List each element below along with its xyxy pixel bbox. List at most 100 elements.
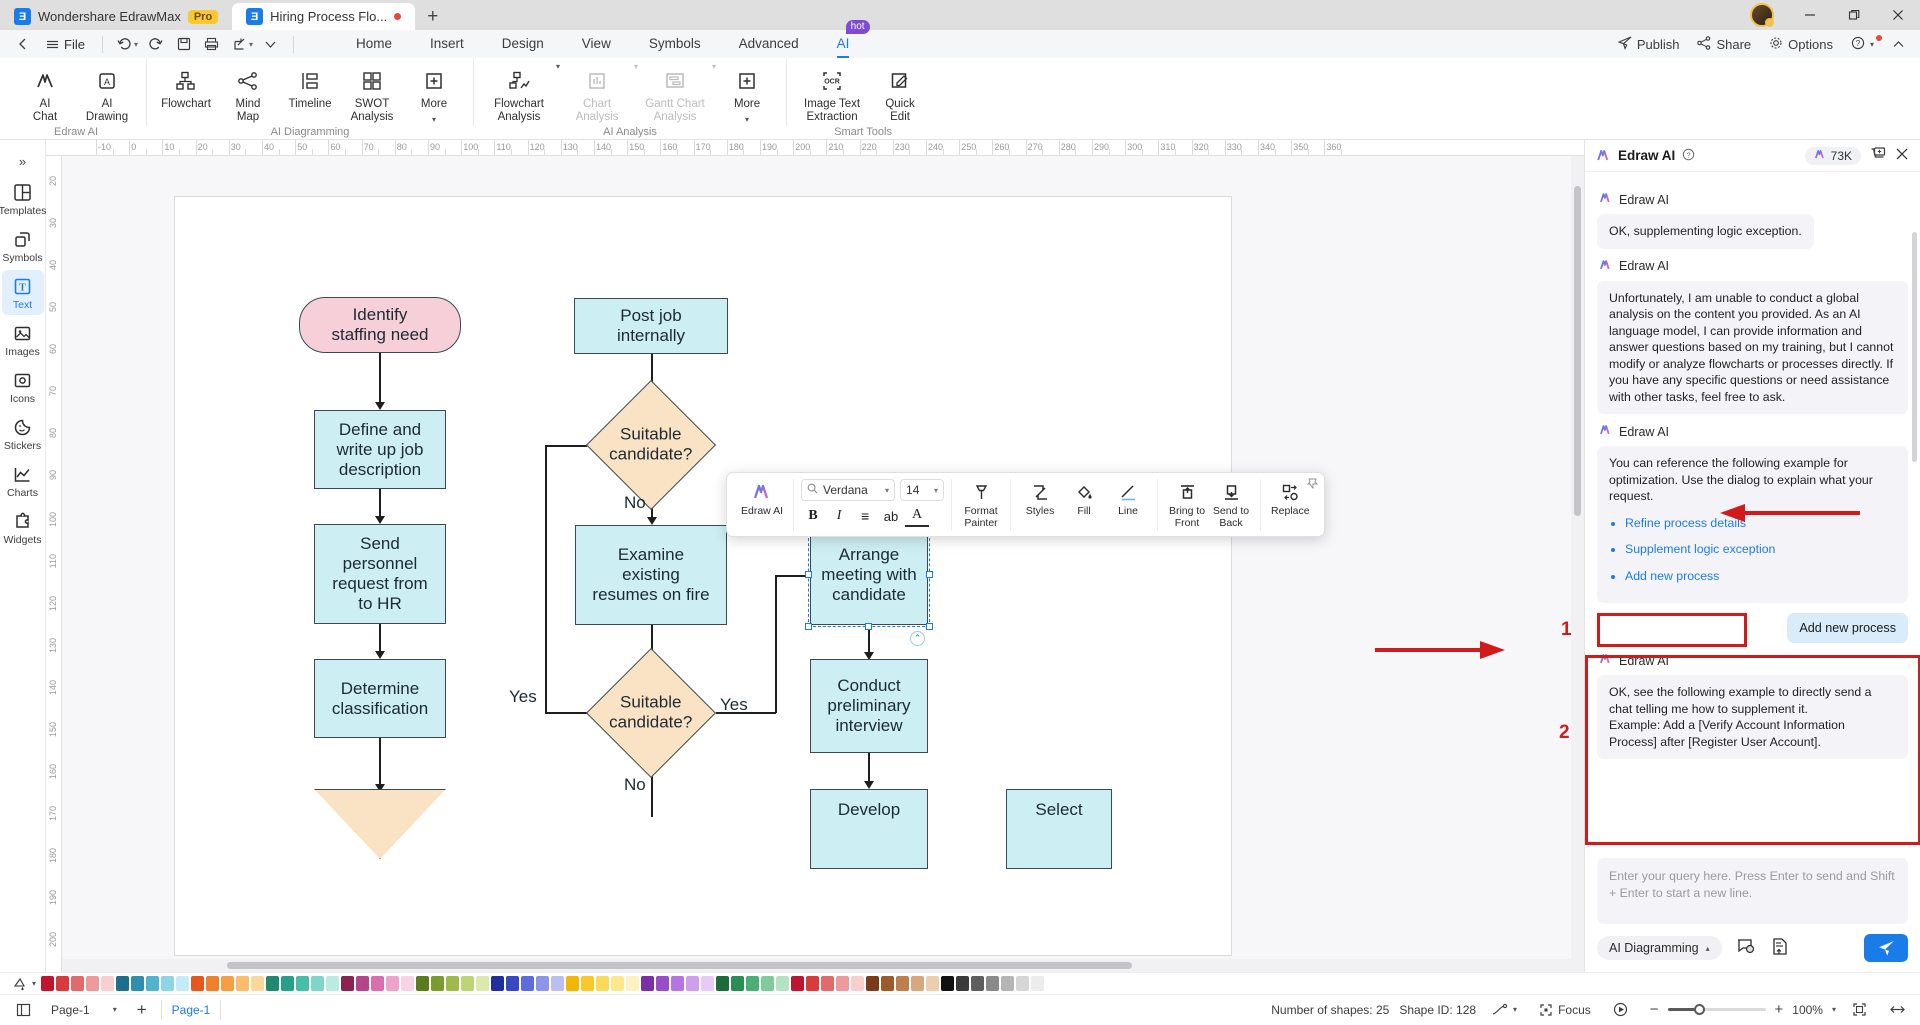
color-swatch[interactable] [791,976,805,991]
color-swatch[interactable] [86,976,100,991]
timeline-button[interactable]: Timeline [279,62,341,111]
maximize-restore-button[interactable] [1832,0,1876,30]
suggestion-supplement-logic-exception[interactable]: Supplement logic exception [1625,541,1896,558]
flowchart-shape[interactable] [314,789,446,859]
color-swatch[interactable] [881,976,895,991]
page-selector[interactable]: Page-1 ▾ [45,1003,123,1017]
flowchart-shape[interactable]: Conduct preliminary interview [810,659,928,753]
color-swatch[interactable] [311,976,325,991]
flowchart-shape[interactable]: Select [1006,789,1112,869]
color-swatch[interactable] [191,976,205,991]
color-swatch[interactable] [671,976,685,991]
tab-view[interactable]: View [563,30,630,58]
color-swatch[interactable] [101,976,115,991]
page-tab-page-1[interactable]: Page-1 [160,999,222,1020]
color-swatch[interactable] [806,976,820,991]
expand-panel-button[interactable]: » [0,148,45,174]
font-family-select[interactable]: Verdana ▾ [801,479,896,501]
drawing-canvas[interactable]: Identify staffing need Define and write … [62,156,1584,972]
font-size-select[interactable]: 14 ▾ [900,479,945,501]
chevron-down-icon[interactable]: ▾ [1832,1005,1836,1014]
resize-handle-sw[interactable] [805,623,812,630]
sidebar-item-charts[interactable]: Charts [2,458,44,503]
fit-width-button[interactable] [1883,1002,1912,1017]
options-button[interactable]: Options [1762,36,1840,53]
color-swatch[interactable] [911,976,925,991]
flowchart-shape[interactable]: Post job internally [574,298,728,354]
color-swatch[interactable] [1001,976,1015,991]
zoom-out-button[interactable]: − [1650,1001,1659,1018]
color-swatch[interactable] [491,976,505,991]
vertical-ruler[interactable]: 20 30 40 50 60 70 80 90 100 110 120 130 140 150 160 170… [46,156,62,972]
color-swatch[interactable] [611,976,625,991]
color-swatch[interactable] [776,976,790,991]
flowchart-button[interactable]: Flowchart [155,62,217,111]
color-swatch[interactable] [131,976,145,991]
flowchart-shape[interactable]: Develop [810,789,928,869]
italic-button[interactable]: I [827,505,851,527]
color-swatch[interactable] [221,976,235,991]
zoom-in-button[interactable]: + [1775,1001,1784,1018]
color-swatch[interactable] [56,976,70,991]
color-swatch[interactable] [716,976,730,991]
color-swatch[interactable] [971,976,985,991]
color-swatch[interactable] [506,976,520,991]
color-swatch[interactable] [1031,976,1045,991]
publish-button[interactable]: Publish [1611,35,1687,53]
color-swatch[interactable] [326,976,340,991]
flowchart-shape[interactable]: Suitable candidate? [585,647,717,779]
color-swatch[interactable] [386,976,400,991]
fill-color-icon[interactable] [6,976,32,991]
color-swatch[interactable] [941,976,955,991]
diagramming-more-button[interactable]: More ▾ [403,62,465,124]
ai-mode-select[interactable]: AI Diagramming ▴ [1597,936,1722,960]
color-swatch[interactable] [116,976,130,991]
align-button[interactable]: ≡ [853,505,877,527]
redo-icon[interactable] [143,33,169,55]
zoom-slider[interactable] [1667,1004,1766,1015]
color-swatch[interactable] [446,976,460,991]
send-to-back-button[interactable]: Send to Back [1209,479,1253,531]
sidebar-item-text[interactable]: T Text [1,270,44,315]
color-swatch[interactable] [821,976,835,991]
avatar[interactable] [1750,3,1774,27]
suggestion-refine-process-details[interactable]: Refine process details [1625,515,1896,532]
quick-edit-button[interactable]: Quick Edit [869,62,931,123]
minimize-button[interactable] [1788,0,1832,30]
color-swatch[interactable] [281,976,295,991]
color-swatch[interactable] [836,976,850,991]
flowchart-shape[interactable]: Determine classification [314,659,446,738]
line-button[interactable]: Line [1106,479,1150,520]
new-tab-button[interactable]: + [415,3,450,30]
color-swatch[interactable] [521,976,535,991]
color-swatch[interactable] [641,976,655,991]
color-swatch[interactable] [236,976,250,991]
tab-insert[interactable]: Insert [411,30,483,58]
share-button[interactable]: Share [1690,35,1758,53]
save-icon[interactable] [171,33,197,55]
page-canvas[interactable]: Identify staffing need Define and write … [174,196,1232,956]
color-swatch[interactable] [1016,976,1030,991]
text-case-button[interactable]: ab [879,505,903,527]
chart-analysis-button[interactable]: Chart Analysis [560,62,634,123]
sidebar-item-images[interactable]: Images [2,317,44,362]
font-color-button[interactable]: A [905,505,930,527]
tab-advanced[interactable]: Advanced [720,30,818,58]
flowchart-shape[interactable]: Define and write up job description [314,410,446,489]
flowchart-shape[interactable]: Examine existing resumes on fire [575,525,727,625]
chat-settings-icon[interactable] [1736,937,1756,959]
upload-doc-icon[interactable] [1770,937,1790,959]
scrollbar-thumb[interactable] [227,962,1132,969]
color-swatch[interactable] [596,976,610,991]
sidebar-item-templates[interactable]: Templates [0,176,46,221]
color-swatch[interactable] [701,976,715,991]
help-button[interactable]: ? ▾ [1844,34,1883,53]
suggestion-add-new-process[interactable]: Add new process [1625,568,1896,585]
app-tab[interactable]: Ǝ Wondershare EdrawMax Pro [0,3,233,30]
color-swatch[interactable] [1046,976,1060,991]
sidebar-item-widgets[interactable]: Widgets [2,505,44,550]
scrollbar-thumb[interactable] [1574,186,1581,516]
query-input[interactable]: Enter your query here. Press Enter to se… [1597,858,1908,924]
ai-conversation[interactable]: Edraw AI OK, supplementing logic excepti… [1585,172,1920,850]
gantt-chart-analysis-button[interactable]: Gantt Chart Analysis [638,62,712,123]
